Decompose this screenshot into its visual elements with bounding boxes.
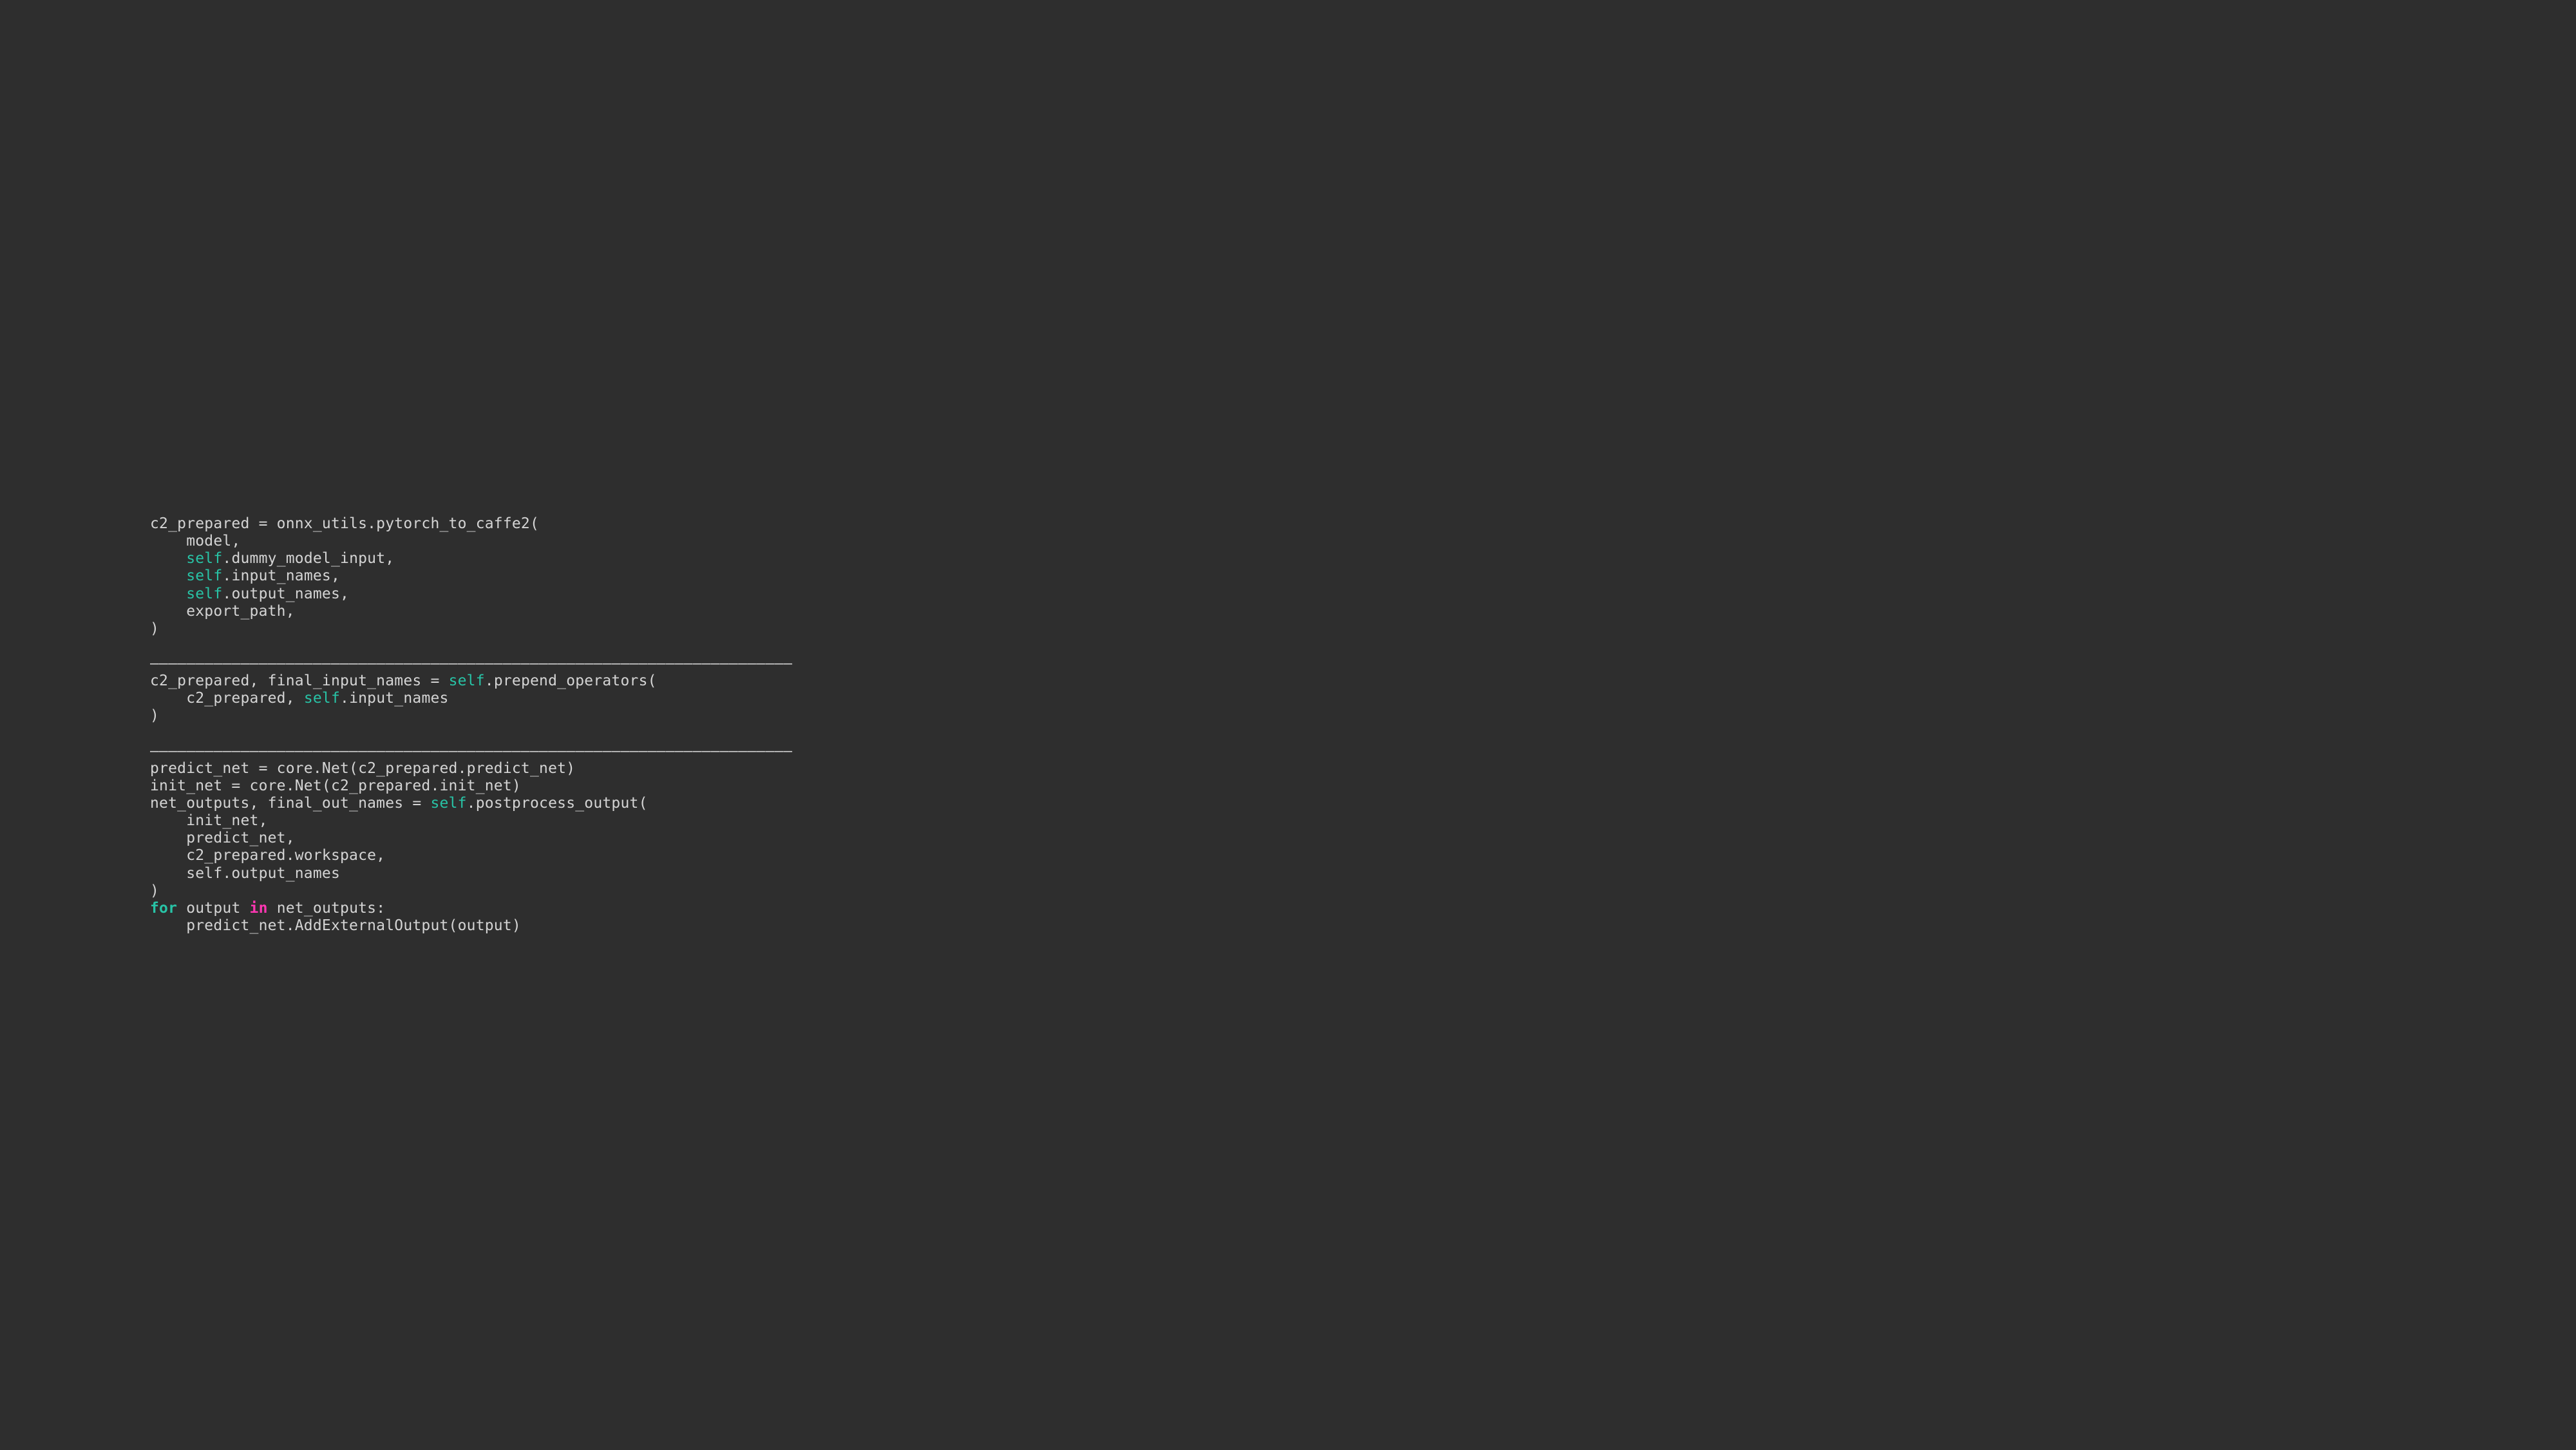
keyword-self: self bbox=[186, 550, 222, 567]
section-divider: ––––––––––––––––––––––––––––––––––––––––… bbox=[150, 743, 792, 759]
code-block: c2_prepared = onnx_utils.pytorch_to_caff… bbox=[150, 515, 792, 935]
keyword-in: in bbox=[250, 900, 268, 917]
keyword-self: self bbox=[186, 568, 222, 584]
keyword-for: for bbox=[150, 900, 177, 917]
section-divider: ––––––––––––––––––––––––––––––––––––––––… bbox=[150, 655, 792, 672]
keyword-self: self bbox=[449, 673, 485, 689]
keyword-self: self bbox=[304, 690, 340, 707]
keyword-self: self bbox=[430, 795, 466, 812]
keyword-self: self bbox=[186, 586, 222, 602]
